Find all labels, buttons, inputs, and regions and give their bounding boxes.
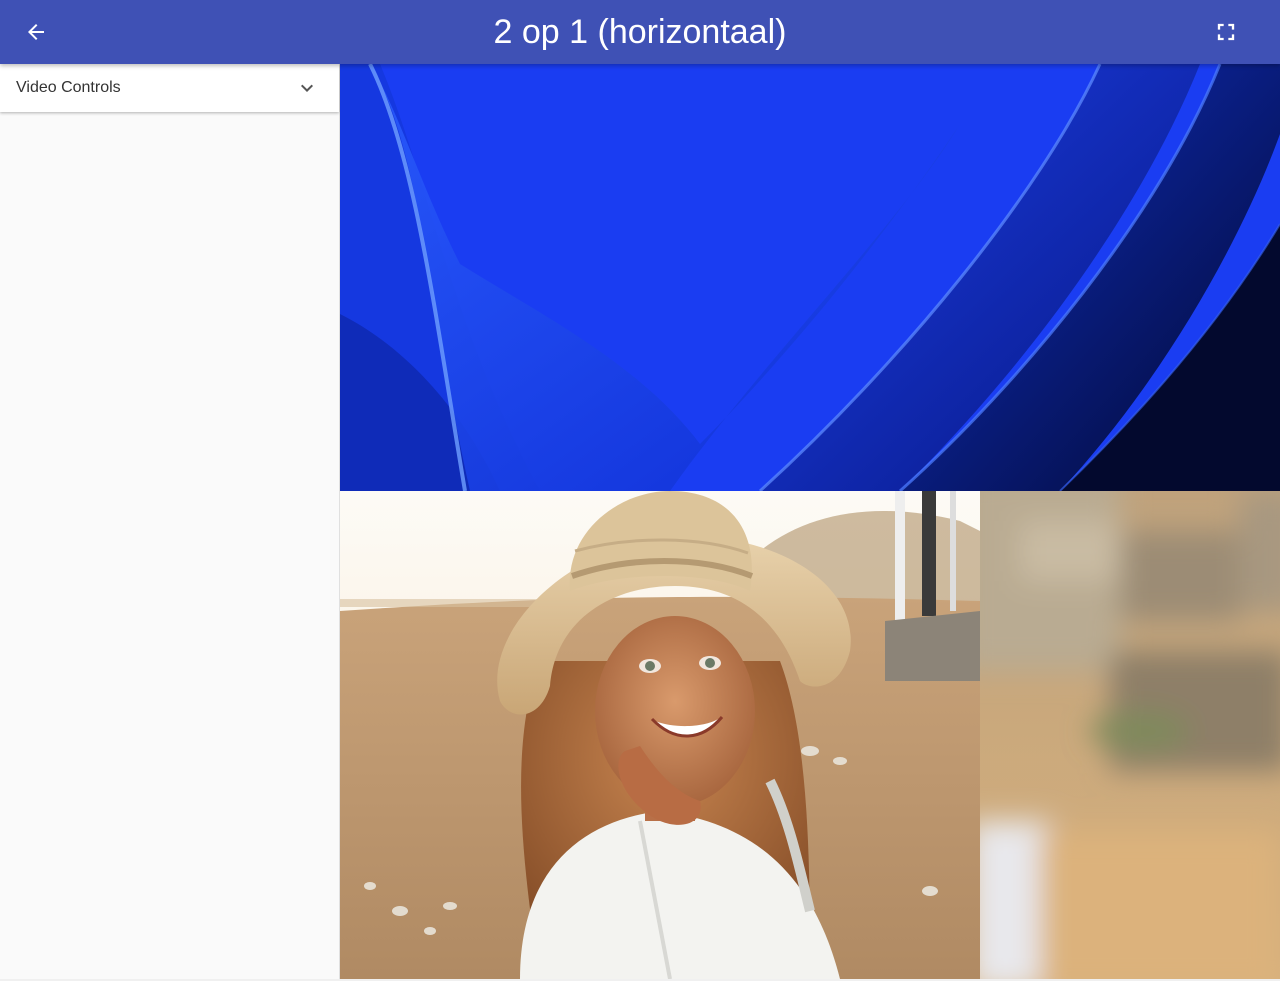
video-controls-accordion[interactable]: Video Controls <box>0 64 339 112</box>
blurred-photo <box>980 491 1280 979</box>
page-title: 2 op 1 (horizontaal) <box>493 13 787 51</box>
video-feed-bottom-side[interactable] <box>980 491 1280 979</box>
fullscreen-button[interactable] <box>1202 8 1250 56</box>
video-feed-bottom-main[interactable] <box>340 491 980 979</box>
accordion-label: Video Controls <box>16 79 121 96</box>
sidebar: Video Controls <box>0 64 340 981</box>
video-feed-top[interactable] <box>340 64 1280 491</box>
arrow-back-icon <box>28 24 44 40</box>
fullscreen-icon <box>1217 23 1235 41</box>
app-bar: 2 op 1 (horizontaal) <box>0 0 1280 64</box>
chevron-down-icon <box>301 84 313 92</box>
beach-photo <box>340 491 980 979</box>
wallpaper-graphic <box>340 64 1280 491</box>
video-layout <box>340 64 1280 979</box>
back-button[interactable] <box>12 8 60 56</box>
